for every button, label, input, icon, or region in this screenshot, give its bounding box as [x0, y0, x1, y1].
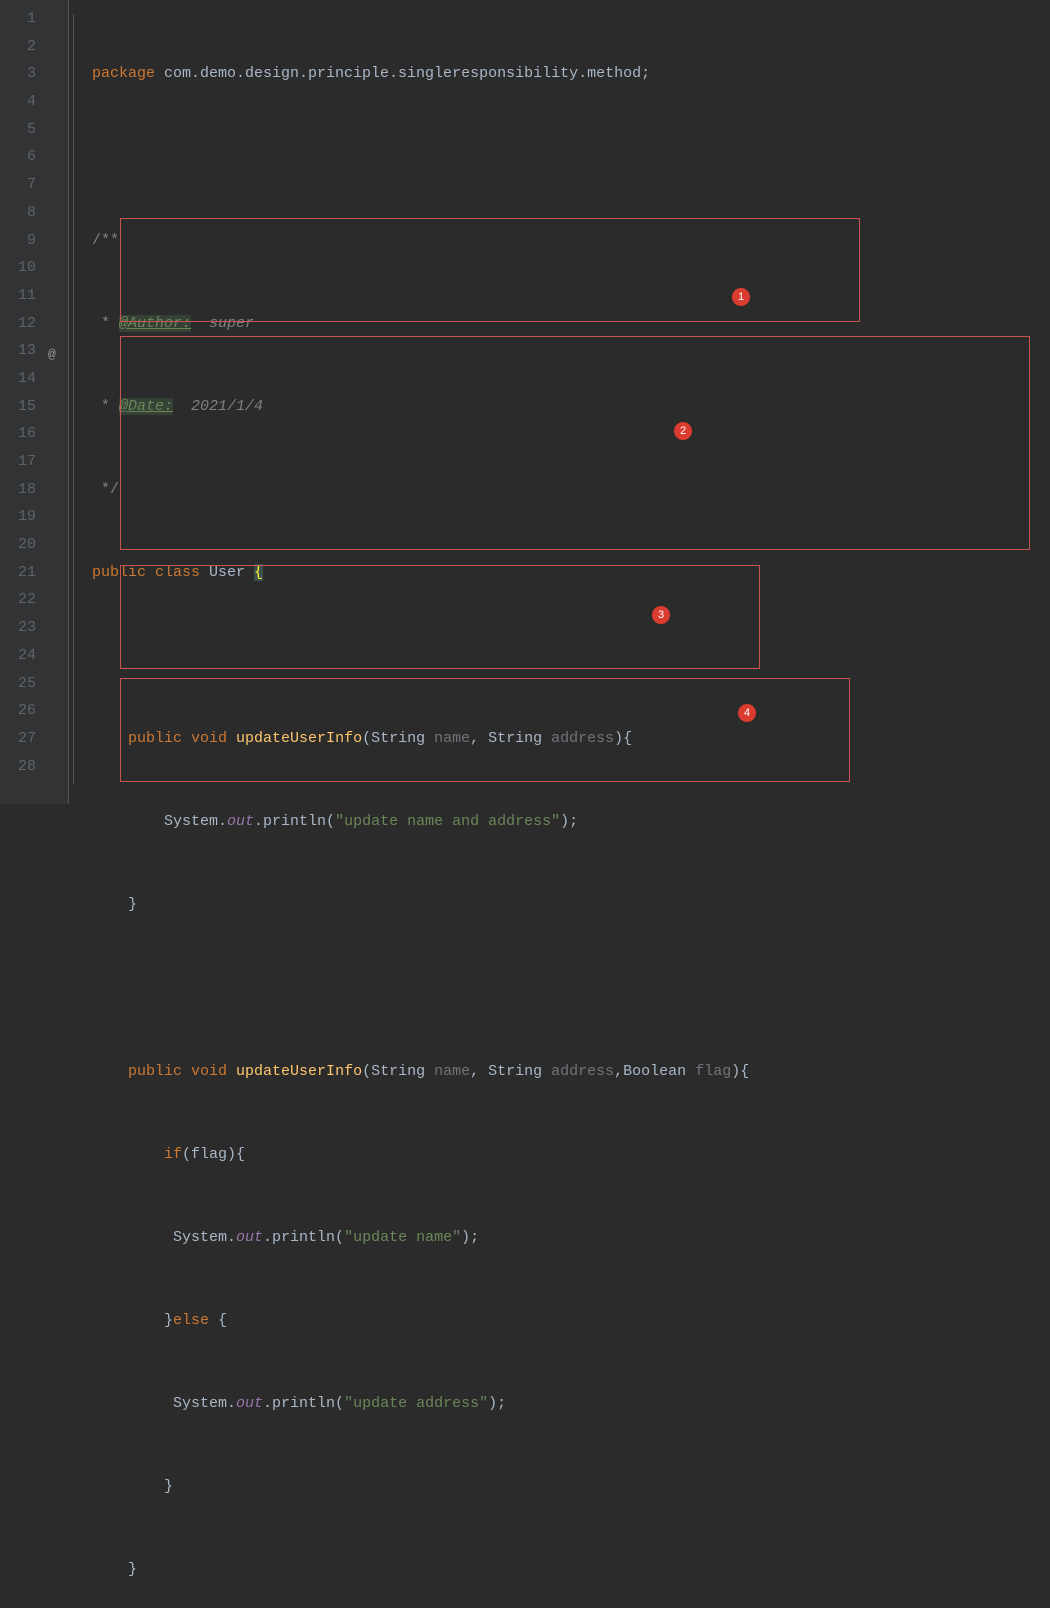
code-line: package com.demo.design.principle.single… [82, 60, 1050, 88]
code-line [82, 144, 1050, 172]
code-area[interactable]: package com.demo.design.principle.single… [82, 0, 1050, 804]
override-marker-icon[interactable]: @ [48, 341, 56, 369]
code-line: System.out.println("update name and addr… [82, 808, 1050, 836]
annotation-badge-1: 1 [732, 288, 750, 306]
code-line: /** [82, 227, 1050, 255]
annotation-badge-4: 4 [738, 704, 756, 722]
code-line: if(flag){ [82, 1141, 1050, 1169]
code-line: * @Author: super [82, 310, 1050, 338]
code-line [82, 974, 1050, 1002]
gutter-marks: @ [46, 0, 68, 804]
annotation-badge-3: 3 [652, 606, 670, 624]
code-line: } [82, 1556, 1050, 1584]
annotation-box-2 [120, 336, 1030, 550]
code-line: */ [82, 476, 1050, 504]
code-editor: 1 2 3 4 5 6 7 8 9 10 11 12 13 14 15 16 1… [0, 0, 1050, 804]
code-line: }else { [82, 1307, 1050, 1335]
code-line: public class User { [82, 559, 1050, 587]
annotation-badge-2: 2 [674, 422, 692, 440]
code-line [82, 642, 1050, 670]
code-line: public void updateUserInfo(String name, … [82, 1058, 1050, 1086]
code-line: * @Date: 2021/1/4 [82, 393, 1050, 421]
code-line: System.out.println("update name"); [82, 1224, 1050, 1252]
code-line: System.out.println("update address"); [82, 1390, 1050, 1418]
code-line: } [82, 1473, 1050, 1501]
code-line: public void updateUserInfo(String name, … [82, 725, 1050, 753]
fold-column [68, 0, 82, 804]
gutter-line-numbers: 1 2 3 4 5 6 7 8 9 10 11 12 13 14 15 16 1… [0, 0, 46, 804]
code-line: } [82, 891, 1050, 919]
